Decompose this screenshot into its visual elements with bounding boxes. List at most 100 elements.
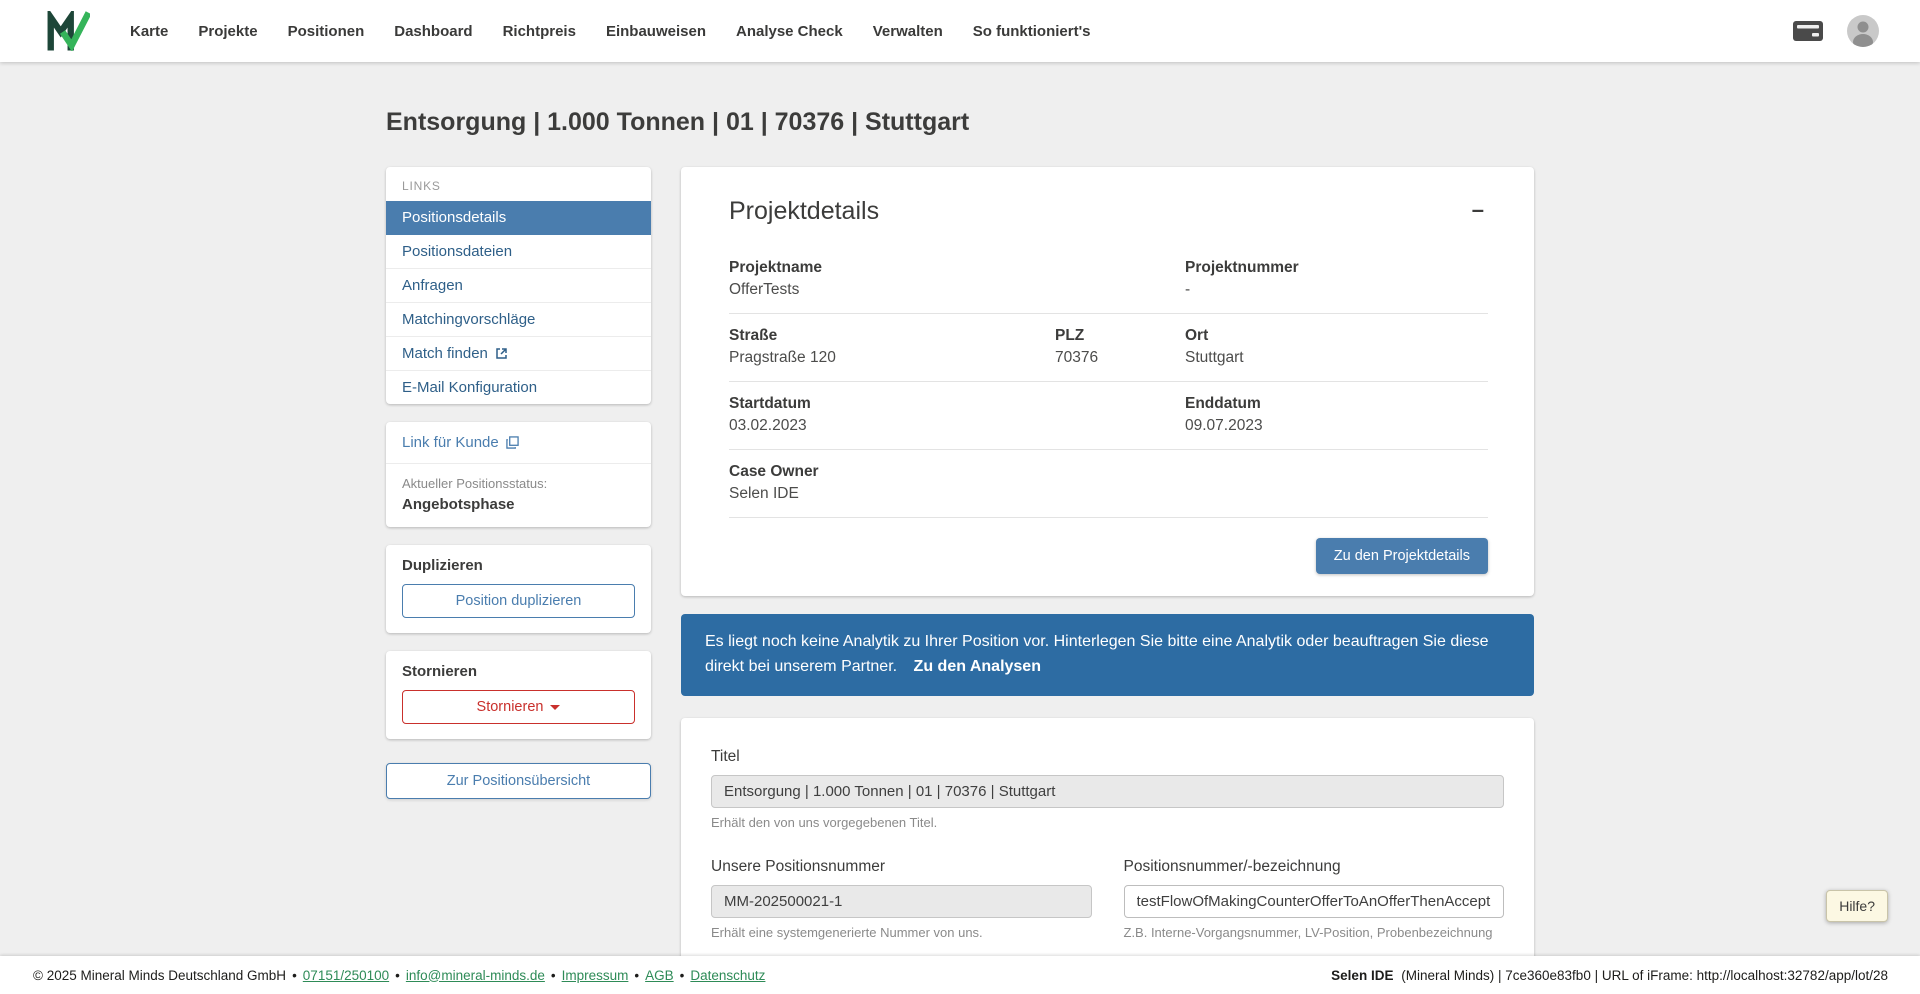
project-details-button[interactable]: Zu den Projektdetails [1315,538,1488,574]
projektnummer-label: Projektnummer [1185,259,1299,276]
separator: • [292,967,297,983]
sidebar-item-anfragen[interactable]: Anfragen [386,269,651,303]
footer-session-info: Selen IDE (Mineral Minds) | 7ce360e83fb0… [1331,968,1888,983]
projektname-value: OfferTests [729,281,800,298]
nav-item-richtpreis[interactable]: Richtpreis [503,23,576,40]
footer: © 2025 Mineral Minds Deutschland GmbH • … [0,956,1920,994]
customer-link-card: Link für Kunde Aktueller Positionsstatus… [386,422,651,527]
case-owner-value: Selen IDE [729,485,799,502]
links-card: LINKS Positionsdetails Positionsdateien … [386,167,651,404]
console-icon [1792,20,1824,42]
sidebar-item-email-konfiguration[interactable]: E-Mail Konfiguration [386,371,651,404]
nav-item-einbauweisen[interactable]: Einbauweisen [606,23,706,40]
position-form-card: Titel Erhält den von uns vorgegebenen Ti… [681,717,1534,994]
separator: • [679,967,685,983]
sidebar-item-label: E-Mail Konfiguration [402,379,538,396]
footer-left: © 2025 Mineral Minds Deutschland GmbH • … [33,968,765,983]
console-button[interactable] [1792,20,1824,42]
titel-input[interactable] [711,774,1504,808]
user-avatar[interactable] [1846,14,1880,48]
cancel-dropdown-button[interactable]: Stornieren [402,690,635,724]
copyright-text: © 2025 Mineral Minds Deutschland GmbH [33,967,287,983]
duplicate-heading: Duplizieren [402,557,483,574]
footer-user-name: Selen IDE [1331,967,1394,983]
sidebar-item-label: Matchingvorschläge [402,311,536,328]
status-label: Aktueller Positionsstatus: [402,476,548,491]
top-navbar: Karte Projekte Positionen Dashboard Rich… [0,0,1920,62]
positionsnummer-helper: Erhält eine systemgenerierte Nummer von … [711,924,983,940]
separator: • [634,967,640,983]
project-details-card: Projektdetails – Projektname OfferTests … [681,167,1534,596]
impressum-link[interactable]: Impressum [562,968,629,983]
sidebar-item-match-finden[interactable]: Match finden [386,337,651,371]
collapse-button[interactable]: – [1468,197,1488,223]
user-avatar-icon [1846,14,1880,48]
page-title: Entsorgung | 1.000 Tonnen | 01 | 70376 |… [386,108,970,136]
positionsnummer-label: Unsere Positionsnummer [711,857,886,875]
sidebar-item-label: Anfragen [402,277,463,294]
sidebar-item-label: Positionsdetails [402,209,507,226]
customer-link-label: Link für Kunde [402,434,499,451]
mineral-minds-logo[interactable] [46,11,90,51]
main-nav: Karte Projekte Positionen Dashboard Rich… [130,23,1091,40]
bezeichnung-field: Positionsnummer/-bezeichnung Z.B. Intern… [1123,857,1504,940]
sidebar-item-label: Positionsdateien [402,243,513,260]
duplicate-position-button[interactable]: Position duplizieren [402,584,635,618]
logo-icon [46,11,90,51]
nav-item-so-funktionierts[interactable]: So funktioniert's [973,23,1091,40]
sidebar-item-matchingvorschlaege[interactable]: Matchingvorschläge [386,303,651,337]
titel-label: Titel [711,747,740,765]
bezeichnung-helper: Z.B. Interne-Vorgangsnummer, LV-Position… [1123,924,1493,940]
help-button[interactable]: Hilfe? [1826,890,1888,922]
nav-item-karte[interactable]: Karte [130,23,168,40]
banner-link[interactable]: Zu den Analysen [914,658,1041,675]
plz-label: PLZ [1055,327,1085,344]
projektname-field: Projektname OfferTests [729,259,1185,299]
strasse-label: Straße [729,327,778,344]
external-link-icon [495,347,508,360]
startdatum-label: Startdatum [729,395,811,412]
cancel-button-label: Stornieren [476,699,544,715]
case-owner-label: Case Owner [729,463,819,480]
nav-right-icons [1792,14,1880,48]
positionsnummer-input[interactable] [711,884,1092,918]
separator: • [395,967,400,983]
nav-item-projekte[interactable]: Projekte [198,23,257,40]
enddatum-label: Enddatum [1185,395,1261,412]
strasse-value: Pragstraße 120 [729,349,836,366]
nav-item-analyse-check[interactable]: Analyse Check [736,23,843,40]
positionsnummer-field: Unsere Positionsnummer Erhält eine syste… [711,858,1092,940]
banner-text: Es liegt noch keine Analytik zu Ihrer Po… [705,633,1489,675]
ort-value: Stuttgart [1185,349,1244,366]
titel-field: Titel Erhält den von uns vorgegebenen Ti… [711,748,1504,830]
projektnummer-value: - [1185,281,1191,298]
sidebar-item-positionsdetails[interactable]: Positionsdetails [386,201,651,235]
nav-item-verwalten[interactable]: Verwalten [873,23,943,40]
projektname-label: Projektname [729,259,823,276]
bezeichnung-input[interactable] [1123,884,1504,918]
bezeichnung-label: Positionsnummer/-bezeichnung [1123,857,1341,875]
sidebar: LINKS Positionsdetails Positionsdateien … [386,167,651,799]
position-overview-button[interactable]: Zur Positionsübersicht [386,763,651,799]
projektnummer-field: Projektnummer - [1185,259,1488,299]
position-status-block: Aktueller Positionsstatus: Angebotsphase [386,464,651,527]
customer-link[interactable]: Link für Kunde [386,422,651,464]
phone-link[interactable]: 07151/250100 [303,968,389,983]
separator: • [550,967,556,983]
analytics-banner: Es liegt noch keine Analytik zu Ihrer Po… [681,614,1534,696]
titel-helper: Erhält den von uns vorgegebenen Titel. [711,814,938,830]
enddatum-field: Enddatum 09.07.2023 [1185,395,1488,435]
agb-link[interactable]: AGB [645,968,674,983]
ort-field: Ort Stuttgart [1185,327,1488,367]
nav-item-dashboard[interactable]: Dashboard [394,23,472,40]
startdatum-value: 03.02.2023 [729,417,807,434]
ort-label: Ort [1185,327,1209,344]
main-content: Projektdetails – Projektname OfferTests … [681,167,1534,994]
nav-item-positionen[interactable]: Positionen [288,23,365,40]
cancel-heading: Stornieren [402,663,478,680]
sidebar-item-positionsdateien[interactable]: Positionsdateien [386,235,651,269]
copy-icon [506,436,519,449]
caret-down-icon [550,704,561,710]
email-link[interactable]: info@mineral-minds.de [406,968,545,983]
datenschutz-link[interactable]: Datenschutz [690,968,765,983]
